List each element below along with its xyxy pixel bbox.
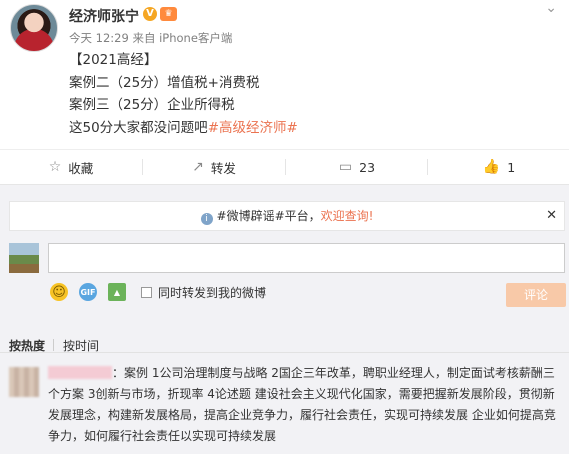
composer-tools: ☺ GIF ▲ 同时转发到我的微博 <box>50 283 266 301</box>
divider <box>53 339 54 351</box>
info-icon: i <box>200 213 213 225</box>
post-line: 【2021高经】 <box>69 52 158 68</box>
star-icon: ☆ <box>48 159 62 175</box>
gif-icon[interactable]: GIF <box>79 283 97 301</box>
notice-text: #微博辟谣#平台， <box>216 209 321 223</box>
forward-label: 转发 <box>210 160 236 176</box>
comment-item: ：案例 1公司治理制度与战略 2国企三年改革，聘职业经理人，制定面试考核薪酬三个… <box>0 357 569 454</box>
forward-button[interactable]: ↗ 转发 <box>143 150 285 184</box>
comment-count: 23 <box>359 159 376 175</box>
commenter-name[interactable] <box>48 366 112 379</box>
like-button[interactable]: 👍 1 <box>428 150 569 184</box>
verified-icon: V <box>143 7 157 21</box>
sort-by-time-tab[interactable]: 按时间 <box>63 337 99 354</box>
comment-sort-bar: 按热度 按时间 <box>0 327 569 353</box>
comment-button[interactable]: ▭ 23 <box>286 150 428 184</box>
my-avatar[interactable] <box>9 243 39 273</box>
favorite-label: 收藏 <box>68 160 94 176</box>
post-meta: 今天 12:29 来自 iPhone客户端 <box>69 31 233 45</box>
notice-link[interactable]: 欢迎查询! <box>321 209 374 223</box>
chevron-down-icon[interactable]: ⌄ <box>545 0 557 16</box>
forward-checkbox[interactable] <box>141 286 152 298</box>
forward-icon: ↗ <box>192 159 204 175</box>
post-line-text: 这50分大家都没问题吧 <box>69 119 208 136</box>
comment-text: ：案例 1公司治理制度与战略 2国企三年改革，聘职业经理人，制定面试考核薪酬三个… <box>48 366 556 443</box>
emoji-icon[interactable]: ☺ <box>50 283 68 301</box>
author-avatar[interactable] <box>10 4 58 52</box>
image-icon[interactable]: ▲ <box>108 283 126 301</box>
post-action-bar: ☆ 收藏 ↗ 转发 ▭ 23 👍 1 <box>0 149 569 183</box>
forward-checkbox-label: 同时转发到我的微博 <box>158 285 267 300</box>
topic-link[interactable]: #高级经济师# <box>208 120 298 136</box>
post-line: 案例二（25分）增值税+消费税 <box>69 74 260 91</box>
like-count: 1 <box>507 159 516 175</box>
member-level-icon: ♛ <box>160 7 177 21</box>
rumor-notice-banner[interactable]: i #微博辟谣#平台，欢迎查询! ✕ <box>9 201 565 231</box>
comment-section: i #微博辟谣#平台，欢迎查询! ✕ ☺ GIF ▲ 同时转发到我的微博 评论 按… <box>0 184 569 454</box>
weibo-post: 经济师张宁 V ♛ ⌄ 今天 12:29 来自 iPhone客户端 【2021高… <box>0 0 569 146</box>
post-content: 【2021高经】 案例二（25分）增值税+消费税 案例三（25分）企业所得税 这… <box>69 49 298 139</box>
post-line: 案例三（25分）企业所得税 <box>69 97 235 113</box>
submit-comment-button[interactable]: 评论 <box>506 283 566 307</box>
comment-body: ：案例 1公司治理制度与战略 2国企三年改革，聘职业经理人，制定面试考核薪酬三个… <box>48 363 566 447</box>
close-icon[interactable]: ✕ <box>546 202 557 230</box>
comment-icon: ▭ <box>338 159 353 175</box>
comment-input[interactable] <box>48 243 565 273</box>
thumbs-up-icon: 👍 <box>482 159 501 175</box>
post-line: 这50分大家都没问题吧#高级经济师# <box>69 117 298 140</box>
commenter-avatar[interactable] <box>9 367 39 397</box>
favorite-button[interactable]: ☆ 收藏 <box>0 150 142 184</box>
author-name[interactable]: 经济师张宁 <box>69 6 139 26</box>
sort-by-hot-tab[interactable]: 按热度 <box>9 337 45 354</box>
